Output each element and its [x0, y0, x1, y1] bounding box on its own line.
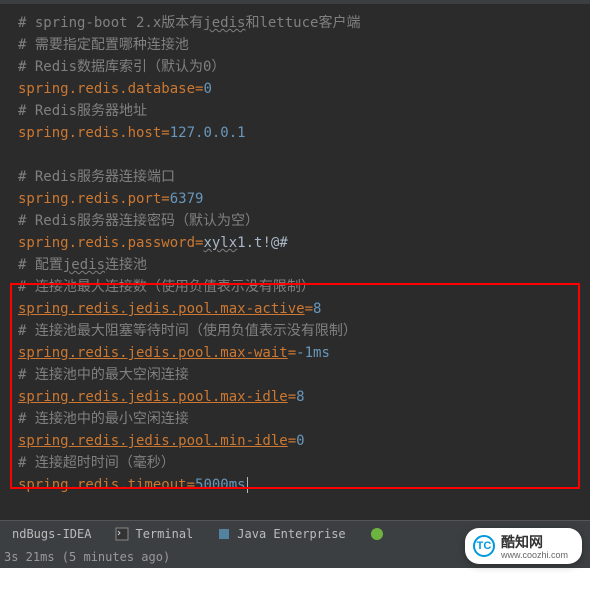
property-key: spring.redis.jedis.pool.max-idle	[18, 389, 288, 405]
code-line: spring.redis.jedis.pool.max-idle=8	[0, 386, 590, 408]
code-line: # spring-boot 2.x版本有jedis和lettuce客户端	[0, 12, 590, 34]
code-line: spring.redis.host=127.0.0.1	[0, 122, 590, 144]
comment-text: # 连接池中的最小空闲连接	[18, 411, 189, 427]
code-line: spring.redis.timeout=5000ms	[0, 474, 590, 496]
comment-text: # spring-boot 2.x版本有jedis和lettuce客户端	[18, 15, 360, 31]
comment-text: # Redis数据库索引（默认为0）	[18, 59, 225, 75]
comment-text: # Redis服务器连接密码（默认为空）	[18, 213, 259, 229]
comment-text: # 连接池中的最大空闲连接	[18, 367, 189, 383]
code-line: spring.redis.jedis.pool.min-idle=0	[0, 430, 590, 452]
property-key: spring.redis.jedis.pool.max-wait	[18, 345, 288, 361]
tab-findbugs[interactable]: ndBugs-IDEA	[0, 527, 103, 541]
code-line: # Redis服务器连接端口	[0, 166, 590, 188]
property-key: spring.redis.jedis.pool.min-idle	[18, 433, 288, 449]
property-key: spring.redis.host	[18, 125, 161, 141]
code-line: spring.redis.password=xylx1.t!@#	[0, 232, 590, 254]
comment-text: # 需要指定配置哪种连接池	[18, 37, 189, 53]
bottom-margin	[0, 568, 590, 590]
code-line: spring.redis.jedis.pool.max-wait=-1ms	[0, 342, 590, 364]
property-key: spring.redis.port	[18, 191, 161, 207]
comment-text: # 连接超时时间（毫秒）	[18, 455, 175, 471]
code-line: # Redis服务器地址	[0, 100, 590, 122]
code-line: # 连接池中的最大空闲连接	[0, 364, 590, 386]
property-value: xylx1.t!@#	[203, 235, 287, 251]
spring-icon	[370, 527, 384, 541]
tab-terminal-label: Terminal	[135, 527, 193, 541]
property-value: 5000ms	[195, 477, 246, 493]
comment-text: # Redis服务器连接端口	[18, 169, 175, 185]
code-line: # 连接池最大阻塞等待时间（使用负值表示没有限制）	[0, 320, 590, 342]
code-line: # 配置jedis连接池	[0, 254, 590, 276]
property-key: spring.redis.database	[18, 81, 195, 97]
tab-spring[interactable]	[358, 527, 396, 541]
watermark-badge: TC 酷知网 www.coozhi.com	[465, 528, 582, 564]
code-line: # 连接池中的最小空闲连接	[0, 408, 590, 430]
property-value: 0	[203, 81, 211, 97]
tab-java-enterprise[interactable]: Java Enterprise	[205, 527, 357, 541]
property-value: 6379	[170, 191, 204, 207]
terminal-icon	[115, 527, 129, 541]
tab-findbugs-label: ndBugs-IDEA	[12, 527, 91, 541]
code-line: # 需要指定配置哪种连接池	[0, 34, 590, 56]
code-editor[interactable]: # spring-boot 2.x版本有jedis和lettuce客户端 # 需要…	[0, 4, 590, 496]
watermark-logo-icon: TC	[473, 535, 495, 557]
watermark-sub: www.coozhi.com	[501, 550, 568, 560]
property-value: 127.0.0.1	[170, 125, 246, 141]
status-text: 3s 21ms (5 minutes ago)	[4, 550, 170, 564]
property-value: 0	[296, 433, 304, 449]
code-line: # Redis数据库索引（默认为0）	[0, 56, 590, 78]
comment-text: # 连接池最大连接数（使用负值表示没有限制）	[18, 279, 315, 295]
tab-java-label: Java Enterprise	[237, 527, 345, 541]
comment-text: # 连接池最大阻塞等待时间（使用负值表示没有限制）	[18, 323, 357, 339]
comment-text: # 配置jedis连接池	[18, 257, 147, 273]
code-line: spring.redis.jedis.pool.max-active=8	[0, 298, 590, 320]
code-line: spring.redis.database=0	[0, 78, 590, 100]
property-value: -1ms	[296, 345, 330, 361]
code-line: # 连接超时时间（毫秒）	[0, 452, 590, 474]
code-line: spring.redis.port=6379	[0, 188, 590, 210]
property-key: spring.redis.password	[18, 235, 195, 251]
code-line: # 连接池最大连接数（使用负值表示没有限制）	[0, 276, 590, 298]
text-cursor	[247, 477, 248, 493]
property-value: 8	[313, 301, 321, 317]
property-key: spring.redis.timeout	[18, 477, 187, 493]
code-line: # Redis服务器连接密码（默认为空）	[0, 210, 590, 232]
java-icon	[217, 527, 231, 541]
property-value: 8	[296, 389, 304, 405]
comment-text: # Redis服务器地址	[18, 103, 147, 119]
watermark-title: 酷知网	[501, 532, 568, 552]
tab-terminal[interactable]: Terminal	[103, 527, 205, 541]
property-key: spring.redis.jedis.pool.max-active	[18, 301, 305, 317]
code-line	[0, 144, 590, 166]
